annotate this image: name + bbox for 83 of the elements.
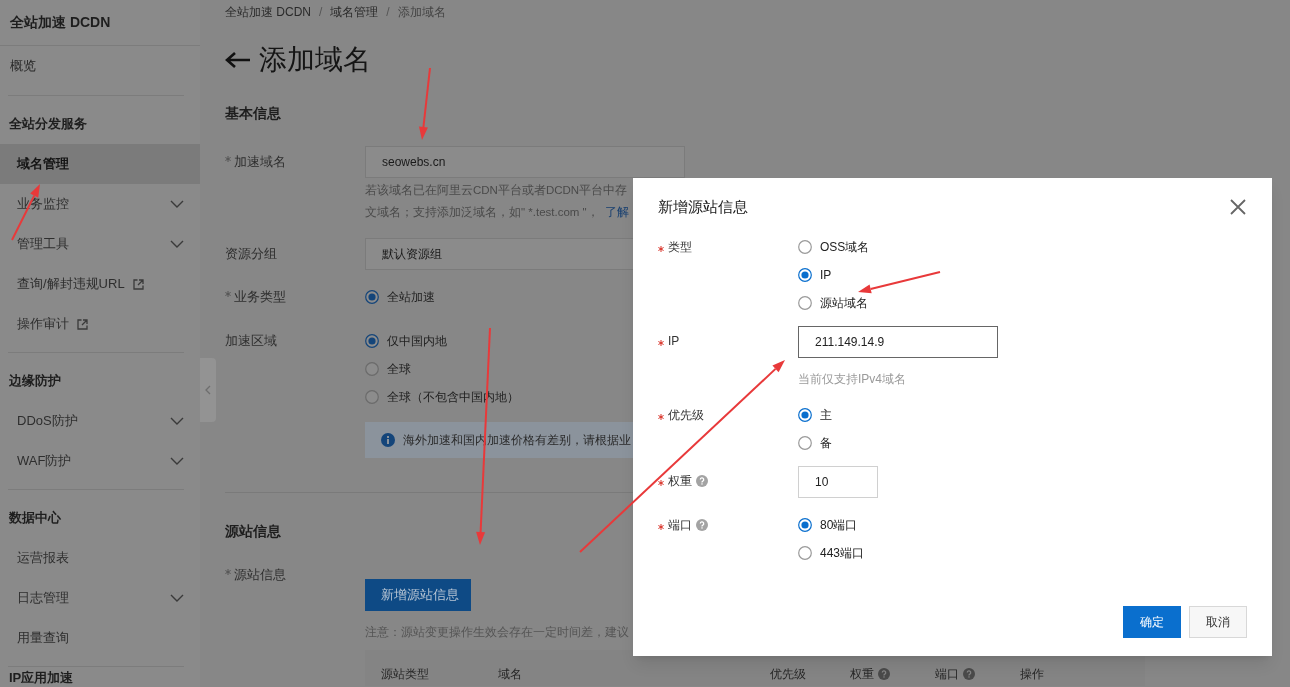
add-origin-button[interactable]: 新增源站信息 <box>365 579 471 611</box>
section-heading: 源站信息 <box>225 522 281 541</box>
radio-label: 仅中国内地 <box>387 333 447 350</box>
column-header: 源站类型 <box>381 666 429 683</box>
radio-button[interactable] <box>798 296 812 310</box>
radio-label: 全球 <box>387 361 411 378</box>
info-icon <box>381 433 395 447</box>
sidebar-item[interactable]: 域名管理 <box>0 144 200 184</box>
chevron-down-icon <box>170 417 184 425</box>
field-label: IP <box>668 333 680 350</box>
sidebar-group-heading: 边缘防护 <box>8 372 62 391</box>
column-header: 操作 <box>1020 666 1044 683</box>
field-label: 权重 <box>668 473 692 490</box>
breadcrumb-item[interactable]: 域名管理 <box>330 3 379 21</box>
breadcrumb-item: 添加域名 <box>397 4 446 21</box>
radio-button[interactable] <box>798 546 812 560</box>
chevron-left-icon <box>205 385 211 395</box>
sidebar-group-heading: IP应用加速 <box>8 669 75 687</box>
collapse-handle[interactable] <box>200 358 216 422</box>
field-label: 加速区域 <box>225 332 277 350</box>
external-link-icon <box>77 318 88 330</box>
external-link-icon <box>132 278 144 290</box>
radio-button[interactable] <box>798 408 812 422</box>
sidebar-item[interactable]: WAF防护 <box>0 441 200 481</box>
field-label: 源站信息 <box>234 566 286 584</box>
column-header: 权重 <box>850 666 874 683</box>
column-header: 域名 <box>498 666 522 683</box>
sidebar-item[interactable]: 操作审计 <box>0 304 200 344</box>
close-button[interactable] <box>1229 198 1247 216</box>
breadcrumb-item[interactable]: 全站加速 DCDN <box>225 3 311 21</box>
radio-label: 80端口 <box>820 517 858 534</box>
sidebar-group-heading: 数据中心 <box>8 509 62 528</box>
sidebar-item[interactable]: 管理工具 <box>0 224 200 264</box>
close-icon <box>1230 199 1246 215</box>
sidebar-item[interactable]: 运营报表 <box>0 538 200 578</box>
radio-button[interactable] <box>798 268 812 282</box>
hint-text: 当前仅支持IPv4域名 <box>798 371 907 388</box>
radio-label: 源站域名 <box>820 295 868 312</box>
radio-button[interactable] <box>365 362 379 376</box>
radio-label: OSS域名 <box>820 239 870 256</box>
radio-button[interactable] <box>365 290 379 304</box>
sidebar-group-heading: 全站分发服务 <box>8 115 88 134</box>
sidebar-item[interactable]: 概览 <box>0 46 200 86</box>
chevron-down-icon <box>170 200 184 208</box>
radio-button[interactable] <box>798 518 812 532</box>
confirm-button[interactable]: 确定 <box>1123 606 1181 638</box>
sidebar-item[interactable]: 业务监控 <box>0 184 200 224</box>
radio-button[interactable] <box>365 390 379 404</box>
cancel-button[interactable]: 取消 <box>1189 606 1247 638</box>
chevron-down-icon <box>170 594 184 602</box>
learn-more-link[interactable]: 了解 <box>604 201 629 223</box>
radio-button[interactable] <box>798 240 812 254</box>
radio-button[interactable] <box>798 436 812 450</box>
field-label: 端口 <box>668 517 692 534</box>
radio-button[interactable] <box>365 334 379 348</box>
sidebar-item[interactable]: 日志管理 <box>0 578 200 618</box>
radio-label: 443端口 <box>820 545 865 562</box>
radio-label: 主 <box>820 407 832 424</box>
sidebar-title: 全站加速 DCDN <box>0 0 200 46</box>
radio-label: 全站加速 <box>387 289 435 306</box>
field-label: 优先级 <box>668 407 704 424</box>
ip-input[interactable]: 211.149.14.9 <box>798 326 998 358</box>
column-header: 端口 <box>935 666 959 683</box>
field-label: 加速域名 <box>234 153 286 171</box>
breadcrumb-separator: / <box>319 4 323 21</box>
dialog-title: 新增源站信息 <box>658 196 748 217</box>
field-label: 业务类型 <box>234 288 286 306</box>
section-heading: 基本信息 <box>225 104 281 123</box>
radio-label: IP <box>820 267 832 284</box>
radio-label: 备 <box>820 435 832 452</box>
page-title: 添加域名 <box>259 43 371 77</box>
back-arrow-icon <box>225 51 251 69</box>
sidebar-item[interactable]: 用量查询 <box>0 618 200 658</box>
field-label: 资源分组 <box>225 245 277 263</box>
weight-input[interactable]: 10 <box>798 466 878 498</box>
chevron-down-icon <box>170 457 184 465</box>
field-label: 类型 <box>668 239 692 256</box>
chevron-down-icon <box>170 240 184 248</box>
breadcrumb-separator: / <box>386 4 390 21</box>
domain-input[interactable]: seowebs.cn <box>365 146 685 178</box>
sidebar-item[interactable]: DDoS防护 <box>0 401 200 441</box>
column-header: 优先级 <box>770 666 806 683</box>
sidebar-item[interactable]: 查询/解封违规URL <box>0 264 200 304</box>
